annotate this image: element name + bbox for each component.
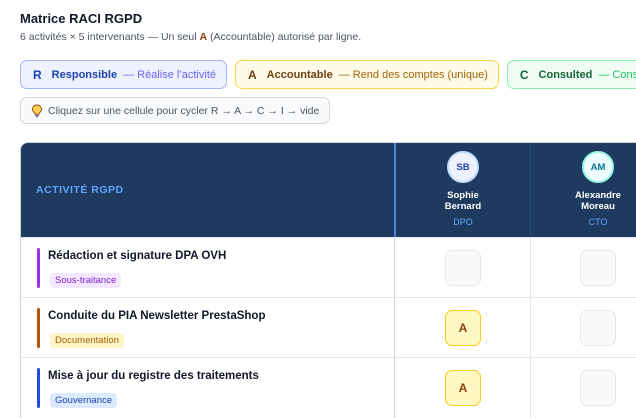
raci-cell[interactable]: A: [445, 310, 481, 346]
avatar: SB: [447, 151, 479, 183]
page-title: Matrice RACI RGPD: [20, 11, 143, 26]
person-column-sophie-bernard: SB Sophie Bernard DPO: [413, 151, 513, 227]
raci-table: ACTIVITÉ RGPD SB Sophie Bernard DPO AM Al…: [20, 142, 636, 418]
raci-cell[interactable]: ·: [580, 310, 616, 346]
raci-cell[interactable]: ·: [580, 370, 616, 406]
legend-code: A: [248, 67, 257, 82]
legend-name: Accountable: [266, 68, 333, 81]
page-subtitle: 6 activités × 5 intervenants — Un seul A…: [20, 31, 361, 43]
person-first-name: Sophie: [447, 190, 479, 201]
category-color-bar: [37, 248, 40, 288]
raci-cell[interactable]: ·: [445, 250, 481, 286]
person-role: CTO: [588, 217, 608, 227]
table-row: Rédaction et signature DPA OVH Sous-trai…: [21, 237, 636, 298]
hint-text: Cliquez sur une cellule pour cycler R → …: [48, 104, 320, 117]
column-divider: [530, 358, 531, 418]
subtitle-accountable-letter: A: [199, 31, 208, 43]
activity-title: Mise à jour du registre des traitements: [48, 370, 259, 382]
legend-responsible: R Responsible — Réalise l’activité: [20, 60, 227, 89]
legend-description: — Consulté: [598, 68, 636, 81]
column-divider: [530, 238, 531, 298]
column-divider: [394, 358, 395, 418]
legend-accountable: A Accountable — Rend des comptes (unique…: [235, 60, 499, 89]
column-divider: [530, 298, 531, 358]
lightbulb-icon: [32, 104, 42, 117]
person-name: Alexandre Moreau: [548, 190, 636, 212]
usage-hint: Cliquez sur une cellule pour cycler R → …: [20, 97, 331, 124]
header-divider: [394, 143, 396, 237]
raci-legend: R Responsible — Réalise l’activité A Acc…: [20, 60, 636, 89]
avatar: AM: [582, 151, 614, 183]
activity-column-header: ACTIVITÉ RGPD: [36, 184, 124, 196]
person-name: Sophie Bernard: [413, 190, 513, 212]
legend-name: Responsible: [51, 68, 118, 81]
category-tag: Sous-traitance: [50, 273, 122, 288]
legend-consulted: C Consulted — Consulté: [506, 60, 636, 89]
person-column-alexandre-moreau: AM Alexandre Moreau CTO: [548, 151, 636, 227]
category-color-bar: [37, 308, 40, 348]
person-last-name: Moreau: [581, 201, 615, 212]
person-first-name: Alexandre: [575, 190, 621, 201]
category-tag: Gouvernance: [50, 393, 118, 408]
legend-code: R: [33, 67, 42, 82]
legend-description: — Rend des comptes (unique): [338, 68, 488, 81]
column-divider: [394, 298, 395, 358]
category-tag: Documentation: [50, 333, 124, 348]
activity-title: Conduite du PIA Newsletter PrestaShop: [48, 310, 266, 322]
legend-description: — Réalise l’activité: [123, 68, 216, 81]
header-divider: [530, 143, 531, 237]
subtitle-text-start: 6 activités × 5 intervenants — Un seul: [20, 31, 200, 43]
person-role: DPO: [453, 217, 473, 227]
legend-name: Consulted: [538, 68, 593, 81]
table-row: Conduite du PIA Newsletter PrestaShop Do…: [21, 297, 636, 358]
raci-cell[interactable]: A: [445, 370, 481, 406]
person-last-name: Bernard: [444, 201, 482, 212]
legend-code: C: [519, 67, 529, 82]
raci-cell[interactable]: ·: [580, 250, 616, 286]
table-row: Mise à jour du registre des traitements …: [21, 357, 636, 418]
activity-title: Rédaction et signature DPA OVH: [48, 250, 227, 262]
table-header: ACTIVITÉ RGPD SB Sophie Bernard DPO AM Al…: [21, 143, 636, 237]
category-color-bar: [37, 368, 40, 408]
subtitle-text-end: (Accountable) autorisé par ligne.: [207, 31, 362, 43]
column-divider: [394, 238, 395, 298]
